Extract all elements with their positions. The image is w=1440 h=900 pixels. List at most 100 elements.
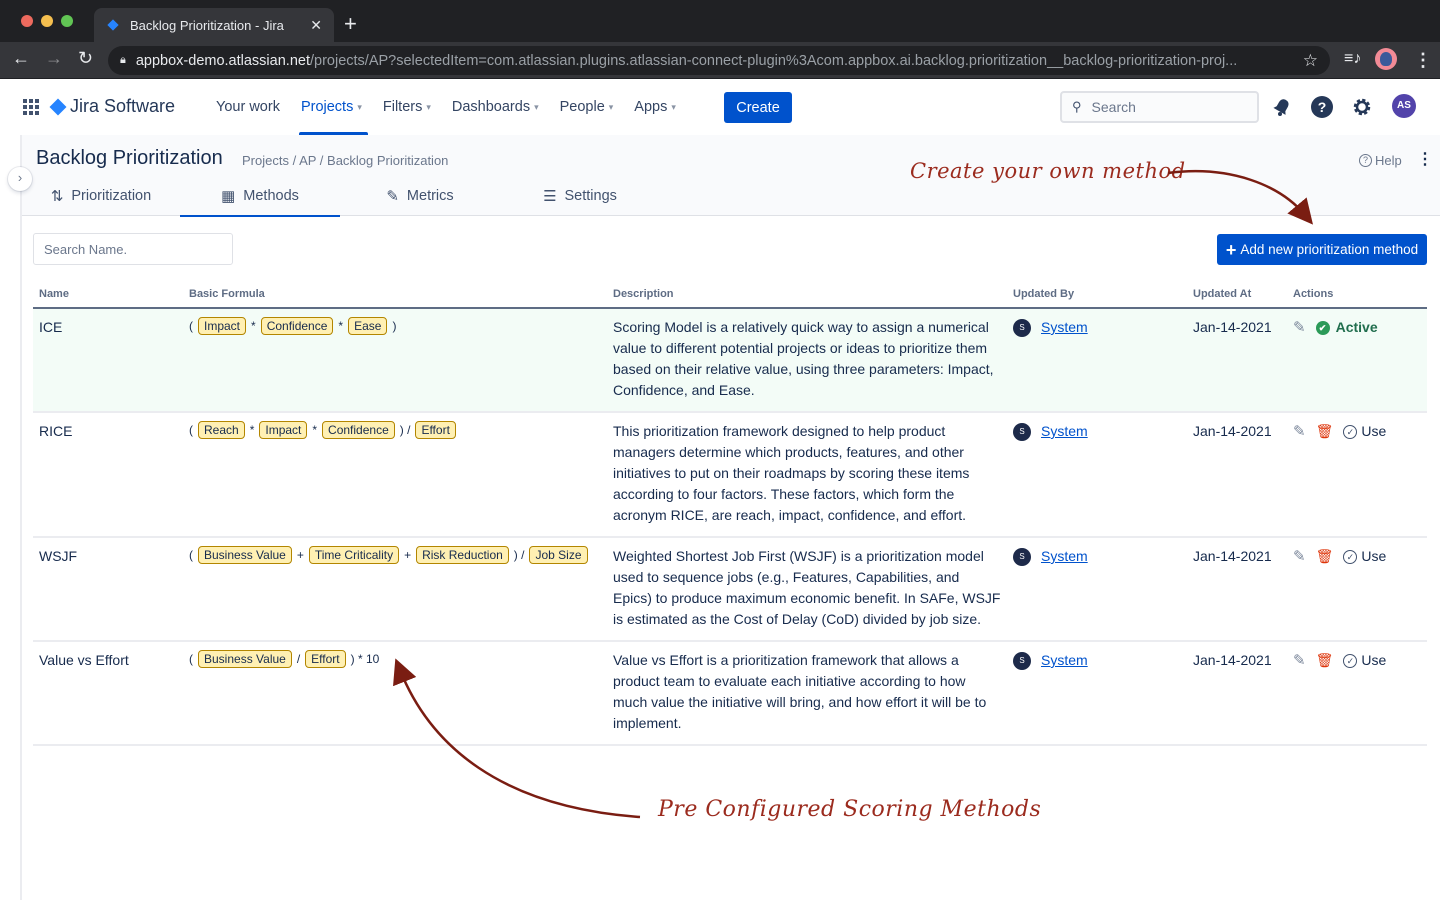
forward-arrow-icon[interactable]: → — [45, 48, 63, 69]
help-icon[interactable]: ? — [1311, 96, 1333, 118]
nav-people[interactable]: People ▾ — [560, 79, 622, 135]
url-host: appbox-demo.atlassian.net — [135, 52, 310, 69]
check-circle-outline-icon: ✓ — [1343, 424, 1358, 439]
formula-parameter-chip: Effort — [305, 650, 346, 668]
updated-by-cell: S System — [1007, 412, 1187, 538]
profile-avatar-icon[interactable] — [1375, 48, 1397, 70]
nav-dashboards[interactable]: Dashboards ▾ — [452, 79, 547, 135]
window-minimize-button[interactable] — [41, 15, 53, 27]
use-method-button[interactable]: ✓ Use — [1343, 546, 1386, 567]
browser-tab[interactable]: Backlog Prioritization - Jira ✕ — [94, 8, 334, 42]
nav-your-work[interactable]: Your work — [216, 79, 288, 135]
nav-filters[interactable]: Filters ▾ — [383, 79, 439, 135]
window-maximize-button[interactable] — [61, 15, 73, 27]
formula-operator: + — [404, 548, 412, 562]
edit-pencil-icon[interactable]: ✎ — [1293, 317, 1306, 338]
header-updated-at[interactable]: Updated At — [1187, 280, 1287, 309]
lock-icon: 🔒︎ — [120, 54, 126, 66]
chevron-down-icon: ▾ — [426, 101, 431, 112]
chevron-down-icon: ▾ — [534, 101, 539, 112]
media-control-icon[interactable]: ≡♪ — [1344, 50, 1361, 68]
formula-parameter-chip: Effort — [415, 421, 456, 439]
delete-trash-icon[interactable]: 🗑︎ — [1316, 421, 1334, 442]
formula-operator: + — [296, 548, 304, 562]
formula-operator: * — [249, 423, 255, 437]
nav-apps[interactable]: Apps ▾ — [634, 79, 684, 135]
app-page: Backlog Prioritization Projects / AP / B… — [0, 135, 1440, 900]
updated-by-link[interactable]: System — [1041, 317, 1088, 338]
app-switcher-icon[interactable] — [23, 99, 39, 115]
browser-menu-icon[interactable]: ⋮ — [1414, 50, 1432, 71]
more-actions-icon[interactable]: ⋮ — [1417, 149, 1433, 169]
formula-operator: ( — [189, 319, 193, 333]
breadcrumb[interactable]: Projects / AP / Backlog Prioritization — [242, 153, 448, 168]
add-prioritization-method-button[interactable]: + Add new prioritization method — [1217, 234, 1427, 265]
formula-parameter-chip: Risk Reduction — [416, 546, 509, 564]
tab-methods[interactable]: ▦ Methods — [180, 175, 340, 217]
table-row: ICE (Impact * Confidence * Ease) Scoring Model… — [33, 308, 1427, 413]
formula-cell: (Business Value / Effort) * 10 — [183, 641, 607, 746]
updater: S System — [1013, 546, 1181, 567]
use-method-button[interactable]: ✓ Use — [1343, 650, 1386, 671]
tab-prioritization[interactable]: ⇅ Prioritization — [22, 175, 180, 216]
header-name[interactable]: Name — [33, 280, 183, 309]
edit-pencil-icon[interactable]: ✎ — [1293, 546, 1306, 567]
jira-diamond-icon — [49, 98, 67, 115]
nav-label: Your work — [216, 99, 280, 115]
edit-pencil-icon[interactable]: ✎ — [1293, 650, 1306, 671]
updated-by-link[interactable]: System — [1041, 650, 1088, 671]
tab-metrics[interactable]: ✎ Metrics — [340, 175, 500, 216]
updater: S System — [1013, 317, 1181, 338]
formula-operator: ( — [189, 423, 193, 437]
url-path: /projects/AP?selectedItem=com.atlassian.… — [309, 52, 1238, 69]
new-tab-button[interactable]: + — [344, 12, 357, 36]
window-close-button[interactable] — [21, 15, 33, 27]
status-label: Active — [1335, 319, 1378, 335]
settings-gear-icon[interactable] — [1351, 96, 1373, 118]
chevron-down-icon: ▾ — [357, 101, 362, 112]
method-name: ICE — [33, 308, 183, 413]
method-name: RICE — [33, 412, 183, 538]
header-updated-by[interactable]: Updated By — [1007, 280, 1187, 309]
global-search-input[interactable]: ⚲ Search — [1060, 91, 1259, 123]
close-tab-icon[interactable]: ✕ — [310, 17, 322, 34]
notifications-bell-icon[interactable] — [1271, 96, 1293, 118]
formula-operator: ( — [189, 652, 193, 666]
expand-sidebar-button[interactable]: › — [8, 167, 32, 191]
search-name-input[interactable] — [33, 233, 233, 265]
updated-at: Jan-14-2021 — [1187, 537, 1287, 642]
help-label: Help — [1375, 153, 1402, 168]
updated-by-link[interactable]: System — [1041, 546, 1088, 567]
formula-cell: (Business Value + Time Criticality + Risk Re… — [183, 537, 607, 642]
jira-top-nav: Jira Software Your work Projects ▾ Filters ▾… — [0, 79, 1440, 135]
user-avatar[interactable]: AS — [1392, 94, 1416, 118]
formula-parameter-chip: Confidence — [322, 421, 395, 439]
formula-parameter-chip: Time Criticality — [308, 546, 400, 564]
tab-settings[interactable]: ☰ Settings — [500, 175, 660, 216]
reload-icon[interactable]: ↻ — [78, 48, 93, 69]
header-description[interactable]: Description — [607, 280, 1007, 309]
formula-parameter-chip: Impact — [198, 317, 247, 335]
back-arrow-icon[interactable]: ← — [12, 48, 30, 69]
header-formula[interactable]: Basic Formula — [183, 280, 607, 309]
address-bar[interactable]: 🔒︎ appbox-demo.atlassian.net /projects/A… — [108, 46, 1330, 75]
nav-projects[interactable]: Projects ▾ — [298, 79, 370, 135]
edit-pencil-icon[interactable]: ✎ — [1293, 421, 1306, 442]
row-actions: ✎ 🗑︎ ✓ Use — [1293, 546, 1421, 567]
formula-cell: (Impact * Confidence * Ease) — [183, 308, 607, 413]
jira-logo[interactable]: Jira Software — [49, 96, 175, 117]
formula-operator: / — [296, 652, 301, 666]
header-actions: Actions — [1287, 280, 1427, 309]
method-description: Scoring Model is a relatively quick way … — [607, 308, 1007, 413]
method-name: Value vs Effort — [33, 641, 183, 746]
formula-parameter-chip: Confidence — [260, 317, 334, 335]
use-method-button[interactable]: ✓ Use — [1343, 421, 1386, 442]
tab-label: Methods — [243, 187, 299, 204]
create-button[interactable]: Create — [724, 92, 792, 123]
bookmark-star-icon[interactable]: ☆ — [1303, 51, 1318, 71]
formula-parameter-chip: Business Value — [198, 650, 292, 668]
delete-trash-icon[interactable]: 🗑︎ — [1316, 650, 1334, 671]
delete-trash-icon[interactable]: 🗑︎ — [1316, 546, 1334, 567]
updated-by-link[interactable]: System — [1041, 421, 1088, 442]
help-link[interactable]: ? Help — [1359, 153, 1402, 168]
